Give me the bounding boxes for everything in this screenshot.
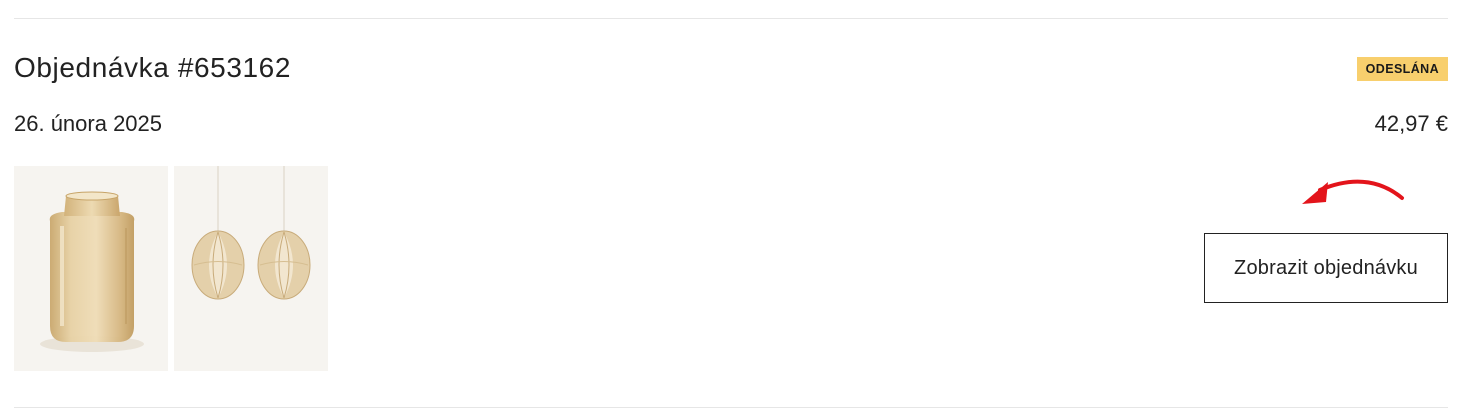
bottom-divider bbox=[14, 407, 1448, 408]
view-order-button[interactable]: Zobrazit objednávku bbox=[1204, 233, 1448, 303]
order-title: Objednávka #653162 bbox=[14, 52, 292, 83]
vase-image bbox=[40, 191, 144, 352]
order-card: Objednávka #653162 ODESLÁNA 26. února 20… bbox=[0, 0, 1482, 415]
product-thumbnail-ornaments[interactable] bbox=[174, 166, 328, 371]
ornaments-image bbox=[191, 166, 311, 300]
status-badge: ODESLÁNA bbox=[1356, 57, 1448, 81]
curved-arrow-icon bbox=[1302, 179, 1404, 204]
product-thumbnail-vase[interactable] bbox=[14, 166, 168, 371]
product-thumbnails bbox=[14, 166, 328, 371]
top-divider bbox=[14, 18, 1448, 19]
order-total: 42,97 € bbox=[1374, 111, 1448, 136]
order-date: 26. února 2025 bbox=[14, 111, 163, 136]
